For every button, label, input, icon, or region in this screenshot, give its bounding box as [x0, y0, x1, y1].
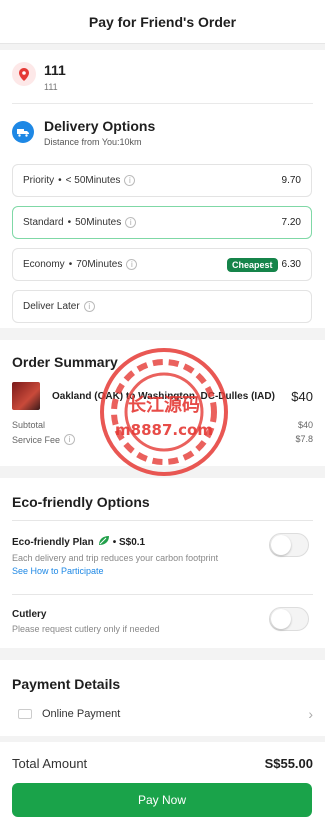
- option-price: 9.70: [281, 175, 301, 186]
- order-summary-title: Order Summary: [12, 354, 118, 370]
- option-price: 6.30: [281, 259, 301, 270]
- option-label: Standard: [23, 217, 64, 228]
- subtotal-row: Subtotal $40: [12, 420, 313, 430]
- item-price: $40: [291, 388, 313, 404]
- cutlery-toggle[interactable]: [269, 607, 309, 631]
- item-name: Oakland (OAK) to Washington, DC-Dulles (…: [52, 390, 275, 402]
- option-time: 70Minutes: [76, 259, 123, 270]
- order-summary-card: Order Summary Oakland (OAK) to Washingto…: [0, 340, 325, 466]
- payment-method-row[interactable]: Online Payment ›: [12, 706, 313, 722]
- service-fee-row: Service Fee i $7.8: [12, 434, 313, 445]
- info-icon[interactable]: i: [83, 301, 95, 312]
- leaf-icon: [98, 535, 110, 549]
- info-icon[interactable]: i: [126, 259, 138, 270]
- cutlery-description: Please request cutlery only if needed: [12, 624, 160, 634]
- info-icon[interactable]: i: [125, 217, 137, 228]
- delivery-option-priority[interactable]: Priority • < 50Minutes i 9.70: [12, 164, 312, 197]
- delivery-truck-icon: [12, 121, 34, 143]
- eco-plan-description: Each delivery and trip reduces your carb…: [12, 553, 219, 563]
- eco-plan-row: Eco-friendly Plan • S$0.1 Each delivery …: [12, 520, 313, 594]
- service-fee-value: $7.8: [295, 434, 313, 444]
- info-icon[interactable]: i: [64, 434, 76, 445]
- location-pin-icon: [12, 62, 36, 86]
- header: Pay for Friend's Order: [0, 0, 325, 44]
- address-detail: 111: [44, 82, 58, 92]
- delivery-card: 111 111 Delivery Options Distance from Y…: [0, 50, 325, 328]
- delivery-option-standard[interactable]: Standard • 50Minutes i 7.20: [12, 206, 312, 239]
- option-label: Priority: [23, 175, 55, 186]
- option-time: 50Minutes: [75, 217, 122, 228]
- page-title: Pay for Friend's Order: [88, 13, 237, 30]
- cutlery-title: Cutlery: [12, 609, 47, 620]
- eco-plan-toggle[interactable]: [269, 533, 309, 557]
- cutlery-row: Cutlery Please request cutlery only if n…: [12, 594, 313, 650]
- option-price: 7.20: [281, 217, 301, 228]
- payment-method-label: Online Payment: [42, 708, 121, 720]
- see-how-link[interactable]: See How to Participate: [12, 566, 313, 576]
- card-icon: [18, 709, 32, 719]
- option-time: < 50Minutes: [65, 175, 121, 186]
- service-fee-label: Service Fee: [12, 434, 61, 445]
- total-row: Total Amount S$55.00: [12, 756, 313, 771]
- pay-now-button[interactable]: Pay Now: [12, 783, 312, 817]
- toggle-knob: [271, 609, 291, 629]
- info-icon[interactable]: i: [124, 175, 136, 186]
- payment-details-card: Payment Details Online Payment ›: [0, 660, 325, 736]
- distance-text: Distance from You:10km: [44, 137, 142, 147]
- cheapest-badge: Cheapest: [227, 257, 278, 272]
- delivery-option-later[interactable]: Deliver Later i: [12, 290, 312, 323]
- address-row[interactable]: 111 111: [12, 50, 313, 104]
- eco-plan-title: Eco-friendly Plan: [12, 536, 94, 548]
- delivery-options-header: Delivery Options Distance from You:10km: [12, 118, 313, 147]
- footer: Total Amount S$55.00 Pay Now: [0, 742, 325, 831]
- eco-plan-price: • S$0.1: [112, 536, 146, 548]
- eco-options-card: Eco-friendly Options Eco-friendly Plan •…: [0, 478, 325, 648]
- delivery-option-economy[interactable]: Economy • 70Minutes i Cheapest 6.30: [12, 248, 312, 281]
- payment-details-title: Payment Details: [12, 676, 121, 692]
- subtotal-value: $40: [297, 420, 313, 430]
- option-label: Economy: [23, 259, 65, 270]
- total-label: Total Amount: [12, 756, 88, 771]
- delivery-options-title: Delivery Options: [44, 118, 156, 134]
- option-label: Deliver Later: [23, 301, 80, 312]
- toggle-knob: [271, 535, 291, 555]
- total-amount: S$55.00: [264, 756, 313, 771]
- order-item: Oakland (OAK) to Washington, DC-Dulles (…: [12, 382, 313, 410]
- chevron-right-icon: ›: [308, 706, 313, 722]
- item-thumbnail: [12, 382, 40, 410]
- eco-options-title: Eco-friendly Options: [12, 494, 150, 510]
- subtotal-label: Subtotal: [12, 420, 46, 430]
- address-name: 111: [44, 62, 66, 78]
